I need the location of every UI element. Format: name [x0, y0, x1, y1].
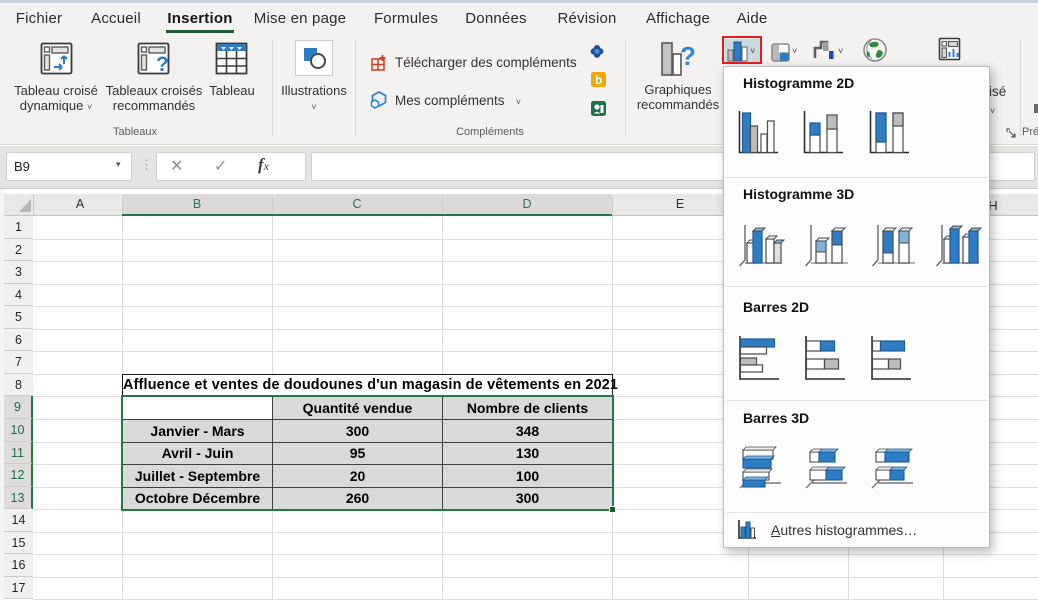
svg-text:?: ? [156, 53, 169, 76]
svg-text:b: b [595, 73, 602, 87]
svg-text:?: ? [680, 41, 696, 71]
